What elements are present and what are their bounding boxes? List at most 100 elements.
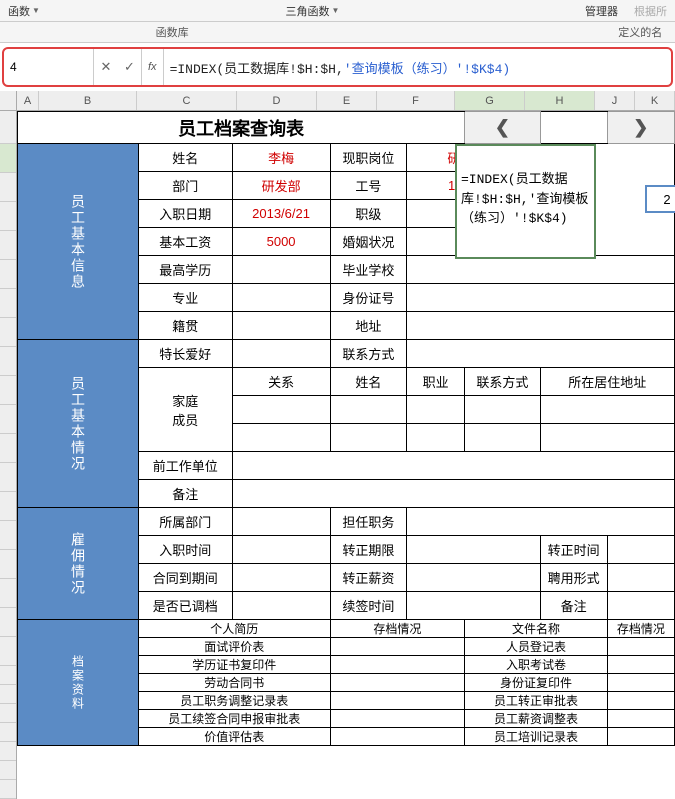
value[interactable] [407, 508, 675, 536]
value-addr[interactable] [407, 312, 675, 340]
value[interactable] [607, 592, 674, 620]
value-origin[interactable] [232, 312, 330, 340]
rownum[interactable] [0, 231, 16, 260]
colhead-H[interactable]: H [525, 91, 595, 110]
value[interactable] [330, 710, 465, 728]
value[interactable] [607, 536, 674, 564]
rownum[interactable] [0, 666, 16, 685]
accept-formula-button[interactable]: ✓ [118, 49, 142, 85]
rownum[interactable] [0, 405, 16, 434]
value[interactable] [607, 638, 674, 656]
name-box[interactable]: 4 [4, 49, 94, 85]
value[interactable] [330, 692, 465, 710]
cancel-formula-button[interactable]: ✕ [94, 49, 118, 85]
ribbon-src[interactable]: 根据所 [626, 3, 675, 19]
rownum[interactable] [0, 685, 16, 704]
value[interactable] [540, 396, 674, 424]
rownum[interactable] [0, 173, 16, 202]
value-hobby[interactable] [232, 340, 330, 368]
colhead-D[interactable]: D [237, 91, 317, 110]
ribbon-func[interactable]: 函数▼ [0, 3, 48, 19]
value[interactable] [465, 424, 540, 452]
colhead-B[interactable]: B [39, 91, 137, 110]
value[interactable] [407, 424, 465, 452]
value[interactable] [330, 638, 465, 656]
value[interactable] [407, 592, 540, 620]
rownum[interactable] [0, 761, 16, 780]
value[interactable] [540, 424, 674, 452]
value-dept[interactable]: 研发部 [232, 172, 330, 200]
rownum[interactable] [0, 463, 16, 492]
colhead-A[interactable]: A [17, 91, 39, 110]
rownum[interactable] [0, 608, 16, 637]
colhead-J[interactable]: J [595, 91, 635, 110]
value-contact[interactable] [407, 340, 675, 368]
formula-input[interactable]: =INDEX(员工数据库!$H:$H,'查询模板（练习）'!$K$4) [164, 58, 671, 77]
value[interactable] [330, 656, 465, 674]
rownum[interactable] [0, 742, 16, 761]
active-cell-overlay[interactable]: =INDEX(员工数据库!$H:$H,'查询模板（练习）'!$K$4) [455, 144, 596, 259]
value[interactable] [330, 424, 407, 452]
floating-cell-K[interactable]: 2 [645, 185, 675, 213]
select-all-corner[interactable] [0, 91, 17, 110]
value[interactable] [232, 424, 330, 452]
grid-area[interactable]: =INDEX(员工数据库!$H:$H,'查询模板（练习）'!$K$4) 2 员工… [17, 111, 675, 799]
value[interactable] [330, 396, 407, 424]
ribbon-mgr[interactable]: 管理器 [577, 3, 626, 19]
rownum[interactable] [0, 550, 16, 579]
colhead-G[interactable]: G [455, 91, 525, 110]
value[interactable] [607, 564, 674, 592]
value[interactable] [232, 564, 330, 592]
rownum[interactable] [0, 376, 16, 405]
value[interactable] [607, 728, 674, 746]
rownum[interactable] [0, 723, 16, 742]
value[interactable] [330, 674, 465, 692]
rownum[interactable] [0, 521, 16, 550]
value[interactable] [232, 536, 330, 564]
rownum[interactable] [0, 144, 16, 173]
value[interactable] [607, 656, 674, 674]
colhead-F[interactable]: F [377, 91, 455, 110]
rownum[interactable] [0, 202, 16, 231]
fx-button[interactable]: fx [142, 49, 164, 85]
value[interactable] [232, 396, 330, 424]
value[interactable] [330, 728, 465, 746]
colhead-C[interactable]: C [137, 91, 237, 110]
value-major[interactable] [232, 284, 330, 312]
value[interactable] [607, 674, 674, 692]
rownum[interactable] [0, 434, 16, 463]
value[interactable] [607, 710, 674, 728]
value[interactable] [232, 508, 330, 536]
value-idcard[interactable] [407, 284, 675, 312]
value[interactable] [407, 536, 540, 564]
rownum[interactable] [0, 492, 16, 521]
ribbon-trig[interactable]: 三角函数▼ [278, 3, 348, 19]
value-name[interactable]: 李梅 [232, 144, 330, 172]
value[interactable] [407, 396, 465, 424]
value[interactable] [465, 396, 540, 424]
value-remark[interactable] [232, 480, 674, 508]
rownum[interactable] [0, 579, 16, 608]
rownum[interactable] [0, 347, 16, 376]
rownum[interactable] [0, 318, 16, 347]
rownum[interactable] [0, 111, 16, 144]
nav-next-button[interactable]: ❯ [607, 112, 674, 144]
value[interactable] [407, 564, 540, 592]
nav-prev-button[interactable]: ❮ [465, 112, 540, 144]
rownum[interactable] [0, 780, 16, 799]
label: 是否已调档 [139, 592, 233, 620]
label: 籍贯 [139, 312, 233, 340]
colhead-K[interactable]: K [635, 91, 675, 110]
value-school[interactable] [407, 256, 675, 284]
rownum[interactable] [0, 260, 16, 289]
value-salary[interactable]: 5000 [232, 228, 330, 256]
rownum[interactable] [0, 637, 16, 666]
value-hire[interactable]: 2013/6/21 [232, 200, 330, 228]
rownum[interactable] [0, 704, 16, 723]
value[interactable] [607, 692, 674, 710]
rownum[interactable] [0, 289, 16, 318]
value-prevwork[interactable] [232, 452, 674, 480]
value-edu[interactable] [232, 256, 330, 284]
value[interactable] [232, 592, 330, 620]
colhead-E[interactable]: E [317, 91, 377, 110]
